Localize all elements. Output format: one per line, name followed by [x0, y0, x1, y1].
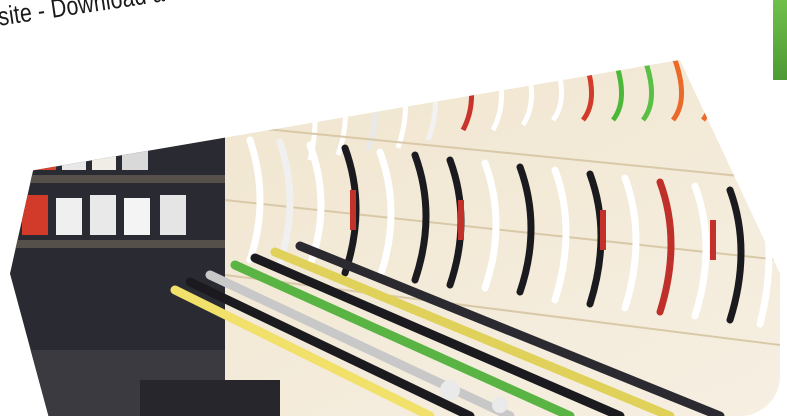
qr-caption: site - Download a free QR scanner app fr — [0, 0, 515, 33]
store-photo — [10, 60, 780, 416]
bottom-clutter — [140, 380, 280, 416]
store-photo-svg — [10, 60, 780, 416]
store-photo-wrap — [10, 60, 780, 416]
qr-caption-text: site - Download a free QR scanner app fr — [0, 0, 390, 33]
